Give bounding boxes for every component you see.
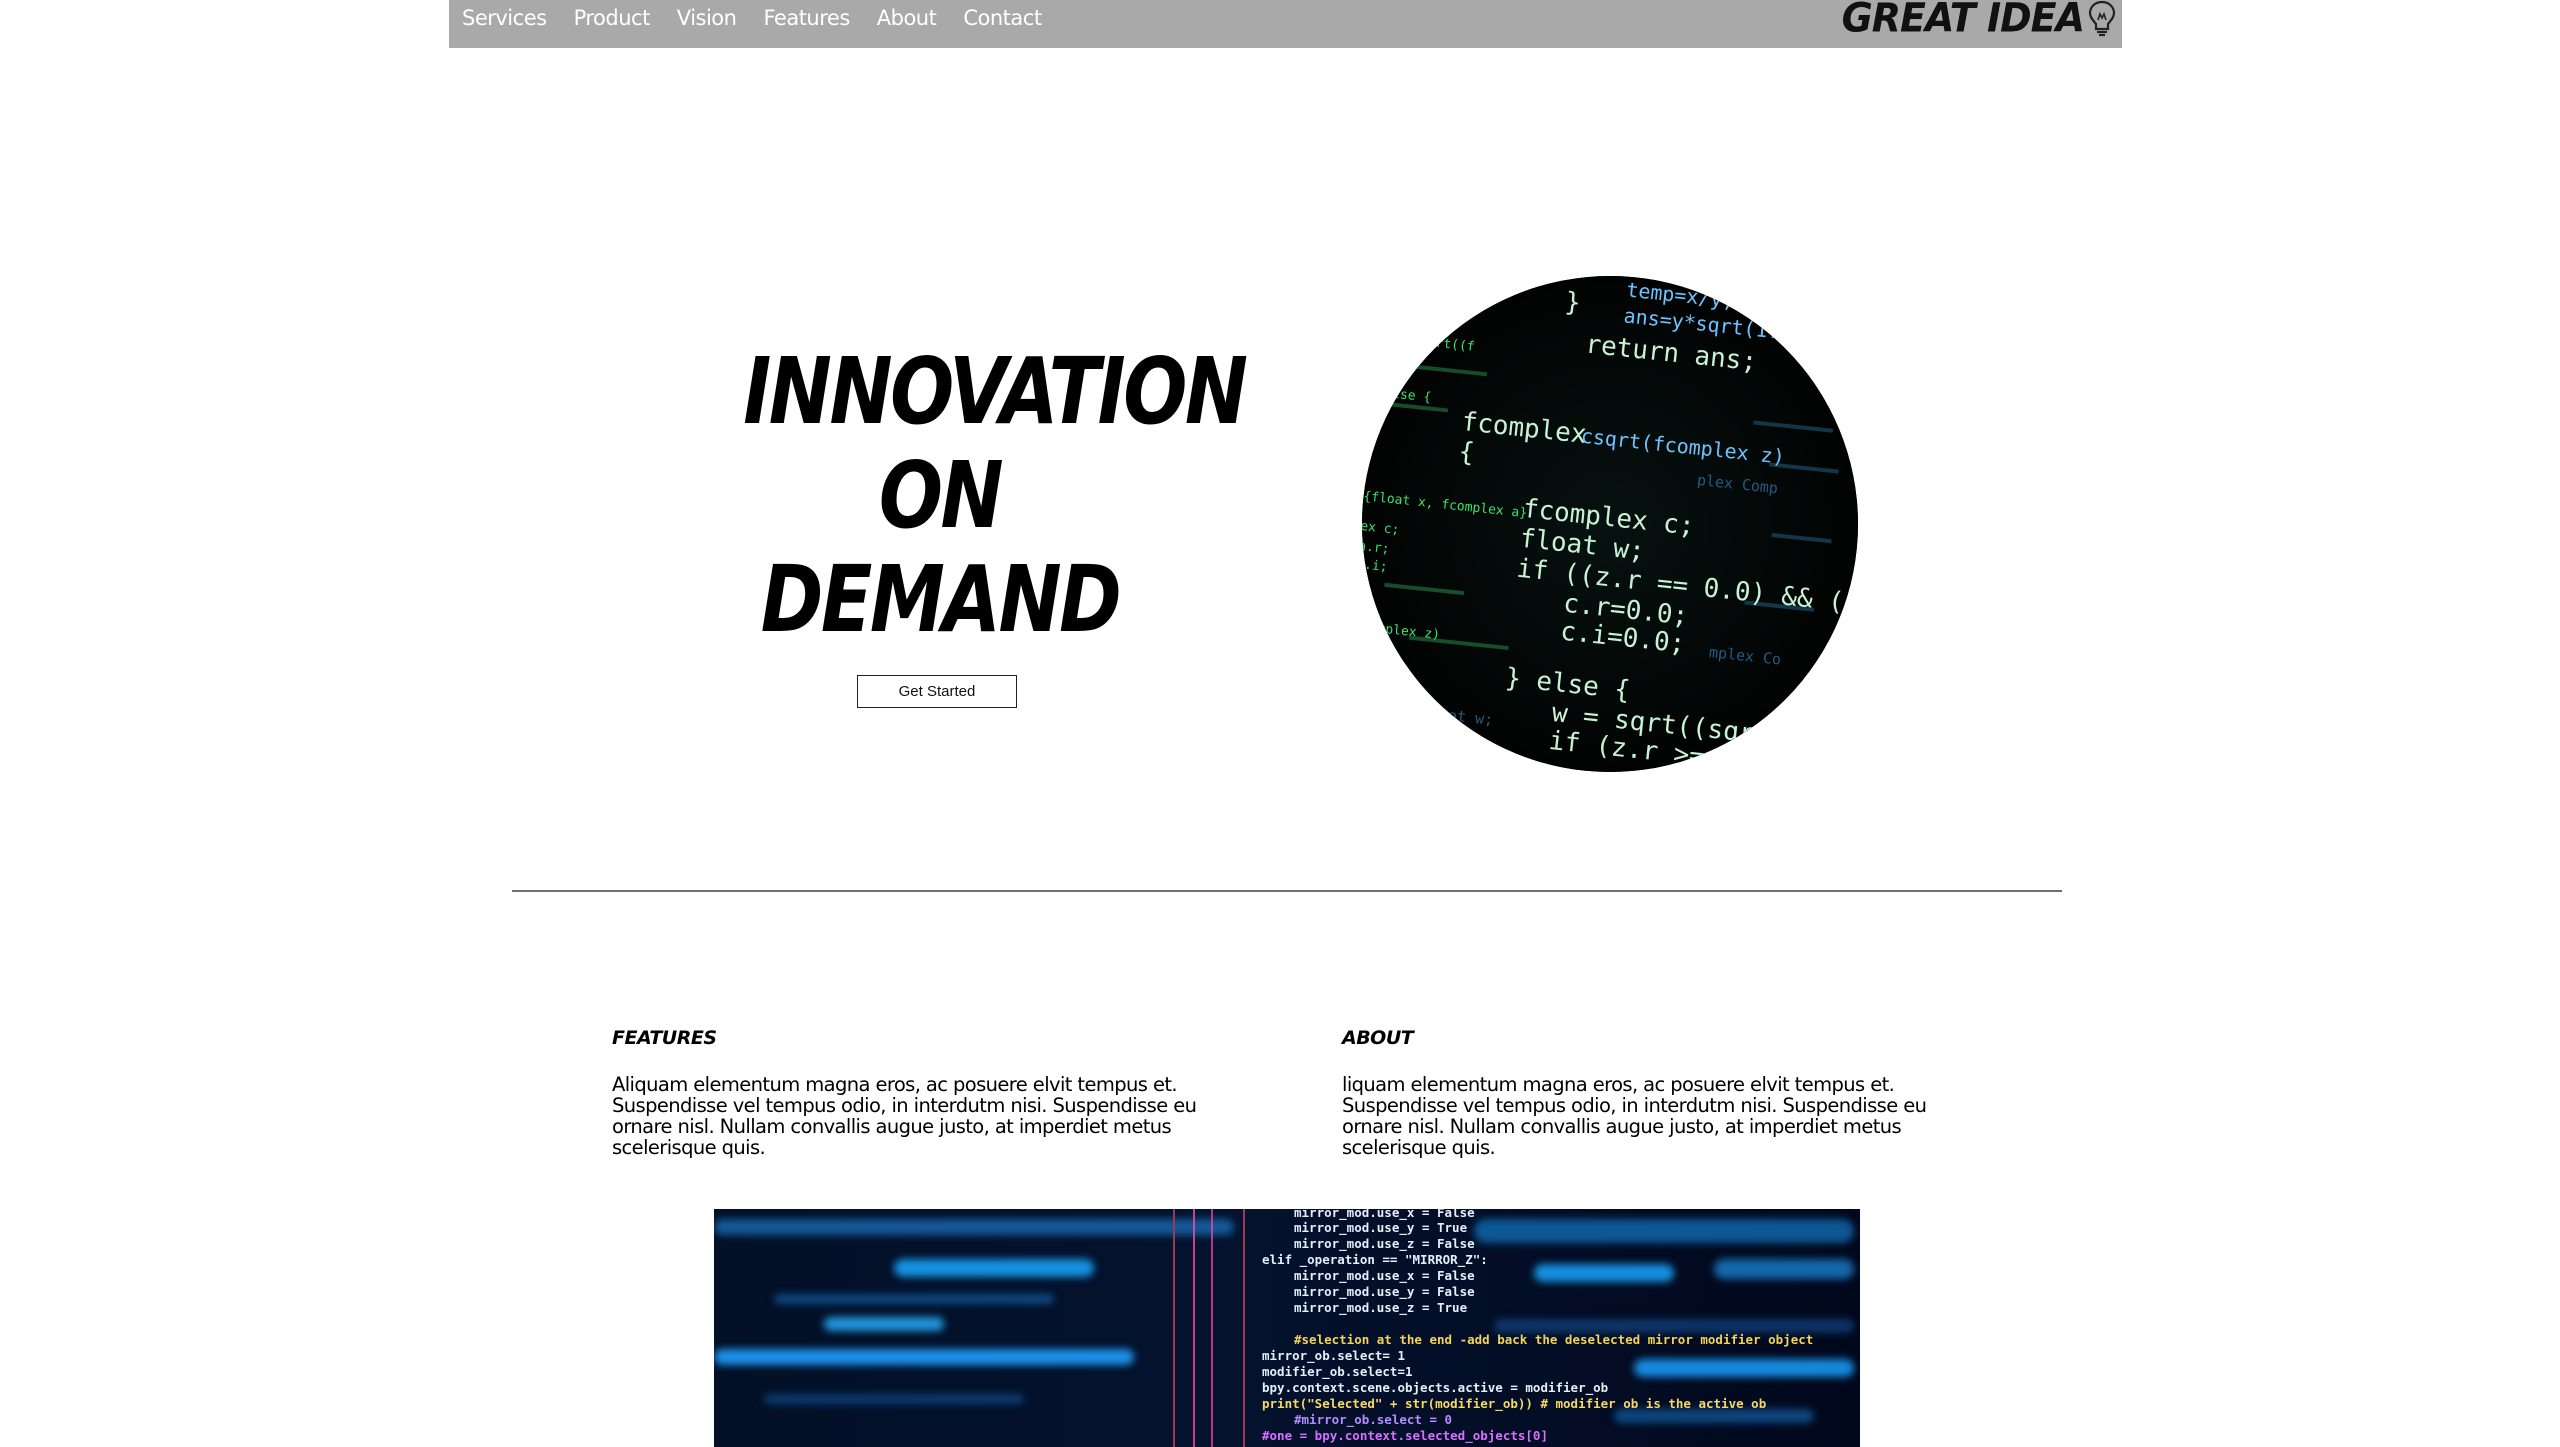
svg-text:bpy.context.scene.objects.acti: bpy.context.scene.objects.active = modif… <box>1262 1380 1608 1396</box>
svg-text:#mirror_ob.select = 0: #mirror_ob.select = 0 <box>1294 1412 1452 1428</box>
nav-link-contact[interactable]: Contact <box>963 6 1042 30</box>
get-started-button[interactable]: Get Started <box>857 675 1017 708</box>
lightbulb-icon <box>2088 0 2116 37</box>
code-banner-illustration: mirror_mod.use_x = False mirror_mod.use_… <box>714 1209 1860 1447</box>
svg-text:}: } <box>1563 287 1582 318</box>
svg-text:mirror_mod.use_z = True: mirror_mod.use_z = True <box>1294 1300 1468 1316</box>
svg-text:a.r;: a.r; <box>1362 539 1390 557</box>
svg-text:c;: c; <box>1362 575 1371 592</box>
svg-text:mirror_mod.use_x = False: mirror_mod.use_x = False <box>1294 1268 1475 1284</box>
svg-text:mirror_ob.select= 1: mirror_ob.select= 1 <box>1262 1348 1405 1364</box>
features-section: FEATURES Aliquam elementum magna eros, a… <box>612 1027 1252 1158</box>
hero-title: INNOVATION ON DEMAND <box>743 338 1248 653</box>
svg-text:modifier_ob.select=1: modifier_ob.select=1 <box>1262 1364 1413 1380</box>
svg-text:mirror_mod.use_y = False: mirror_mod.use_y = False <box>1294 1284 1475 1300</box>
svg-text:elif _operation == "MIRROR_Z":: elif _operation == "MIRROR_Z": <box>1262 1252 1488 1268</box>
code-banner-image: mirror_mod.use_x = False mirror_mod.use_… <box>714 1209 1860 1447</box>
svg-text:a.i;: a.i; <box>1362 557 1388 575</box>
svg-text:#selection at the end -add bac: #selection at the end -add back the dese… <box>1294 1332 1813 1347</box>
about-heading: ABOUT <box>1342 1027 1414 1049</box>
features-text: Aliquam elementum magna eros, ac posuere… <box>612 1073 1197 1159</box>
top-navbar: Services Product Vision Features About C… <box>449 0 2122 48</box>
nav-link-vision[interactable]: Vision <box>677 6 737 30</box>
hero-title-line-3: DEMAND <box>760 546 1122 653</box>
hero-code-image: sqrt((f else { {float x, fcomplex a} ex … <box>1362 276 1858 772</box>
section-divider <box>512 890 2062 892</box>
nav-link-services[interactable]: Services <box>462 6 547 30</box>
svg-text:print("Selected" + str(modifie: print("Selected" + str(modifier_ob)) # m… <box>1262 1396 1766 1412</box>
about-text: liquam elementum magna eros, ac posuere … <box>1342 1073 1927 1159</box>
brand-logo[interactable]: GREAT IDEA <box>1841 0 2118 42</box>
code-illustration: sqrt((f else { {float x, fcomplex a} ex … <box>1362 276 1858 772</box>
nav-link-product[interactable]: Product <box>574 6 651 30</box>
nav-link-about[interactable]: About <box>877 6 937 30</box>
brand-name: GREAT IDEA <box>1841 0 2085 42</box>
svg-text:mirror_mod.use_y = True: mirror_mod.use_y = True <box>1294 1220 1468 1236</box>
nav-links: Services Product Vision Features About C… <box>462 0 1042 36</box>
features-heading: FEATURES <box>612 1027 717 1049</box>
about-section: ABOUT liquam elementum magna eros, ac po… <box>1342 1027 1982 1158</box>
svg-text:{: { <box>1457 437 1476 468</box>
hero-title-line-1: INNOVATION <box>743 338 1248 445</box>
hero-title-line-2: ON <box>878 442 1004 549</box>
nav-link-features[interactable]: Features <box>763 6 850 30</box>
svg-text:mirror_mod.use_z = False: mirror_mod.use_z = False <box>1294 1236 1475 1252</box>
